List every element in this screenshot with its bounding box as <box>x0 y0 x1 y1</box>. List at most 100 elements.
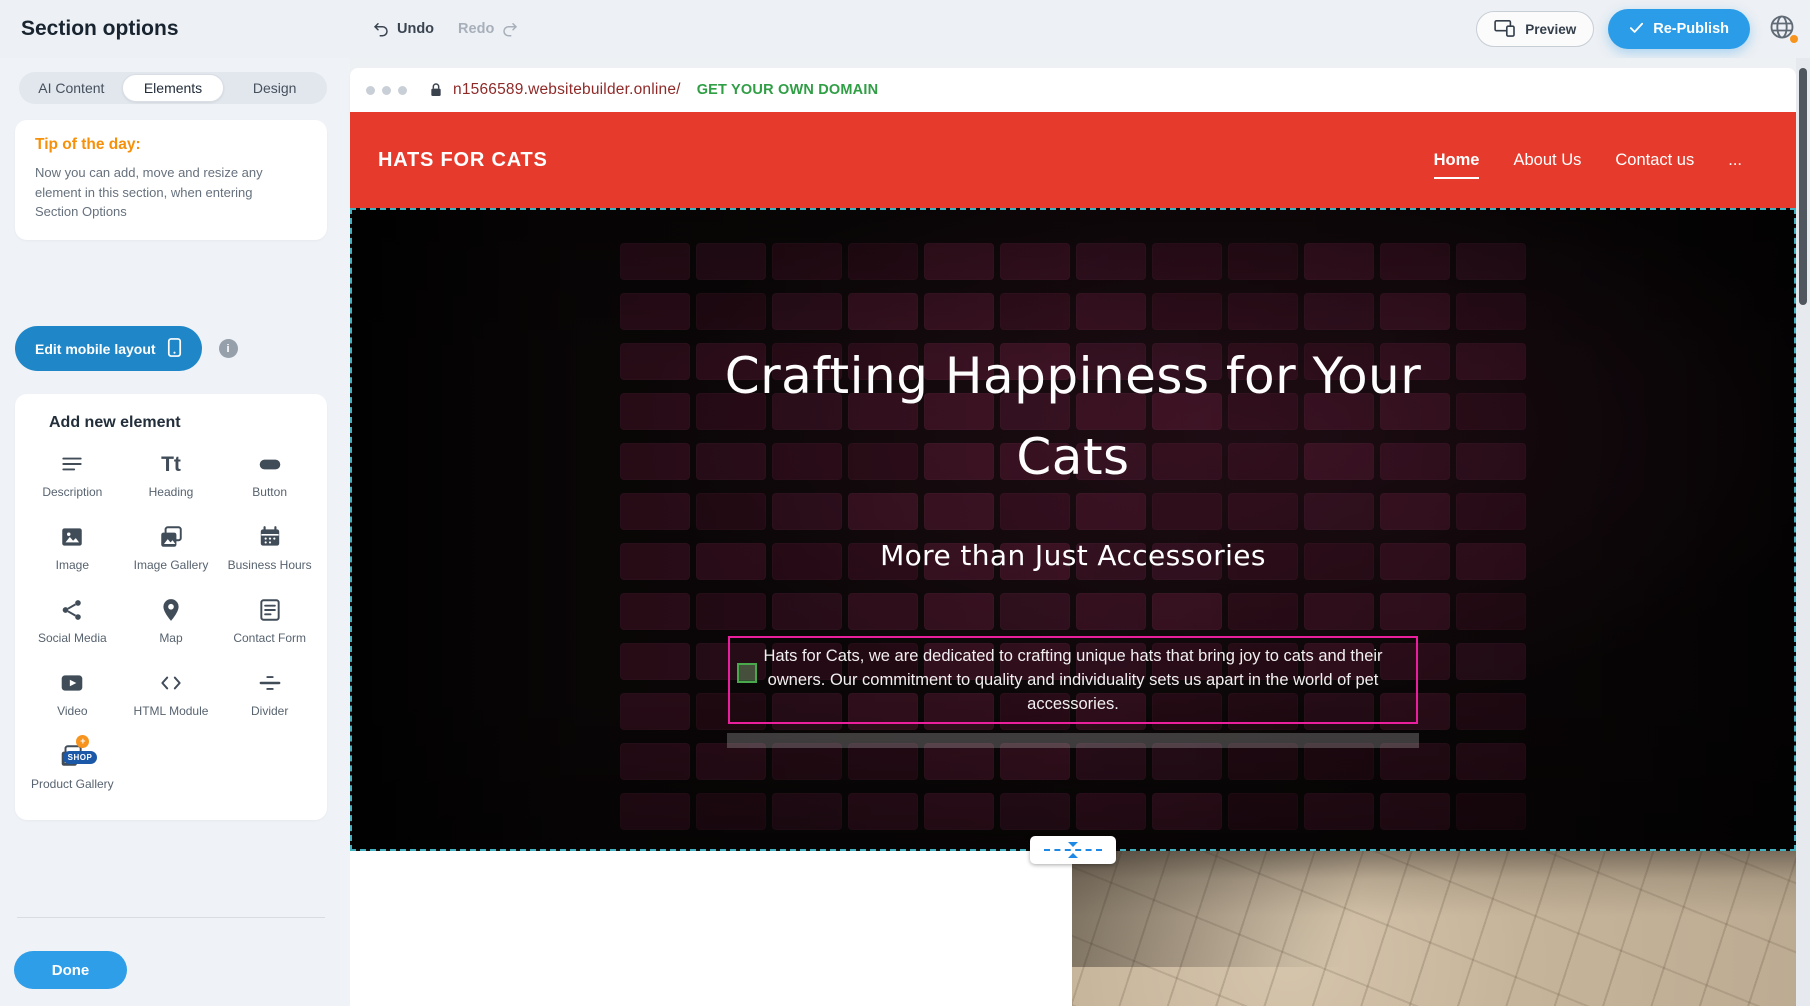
edit-mobile-label: Edit mobile layout <box>35 341 156 357</box>
edit-mobile-layout-button[interactable]: Edit mobile layout <box>15 326 202 371</box>
hero-paragraph-selected[interactable]: Hats for Cats, we are dedicated to craft… <box>728 636 1418 724</box>
hero-brick <box>696 593 766 630</box>
redo-icon <box>501 20 519 38</box>
hero-brick <box>1456 593 1526 630</box>
undo-button[interactable]: Undo <box>372 20 434 38</box>
window-dots-icon <box>366 86 407 95</box>
hero-brick <box>772 493 842 530</box>
hero-brick <box>1228 293 1298 330</box>
hero-section-selected[interactable]: Crafting Happiness for Your Cats More th… <box>350 208 1796 851</box>
get-domain-link[interactable]: GET YOUR OWN DOMAIN <box>697 82 879 98</box>
hero-brick <box>1304 743 1374 780</box>
element-drag-handle[interactable] <box>737 663 757 683</box>
next-section[interactable] <box>350 851 1796 1006</box>
hero-brick <box>848 593 918 630</box>
done-button[interactable]: Done <box>14 951 127 989</box>
hero-brick <box>696 243 766 280</box>
element-tile-video[interactable]: Video <box>23 667 122 721</box>
site-header: HATS FOR CATS Home About Us Contact us .… <box>350 112 1796 208</box>
hero-subtitle[interactable]: More than Just Accessories <box>352 539 1794 572</box>
element-tile-description[interactable]: Description <box>23 448 122 502</box>
hero-brick <box>1076 743 1146 780</box>
page-title: Section options <box>21 17 179 41</box>
hero-brick <box>1456 393 1526 430</box>
hero-brick <box>1000 243 1070 280</box>
hero-brick <box>1304 493 1374 530</box>
hero-brick <box>1380 593 1450 630</box>
element-tile-divider[interactable]: Divider <box>220 667 319 721</box>
element-tile-business-hours[interactable]: Business Hours <box>220 521 319 575</box>
section-options-sidebar: AI Content Elements Design Tip of the da… <box>0 58 350 1006</box>
republish-label: Re-Publish <box>1653 21 1729 37</box>
hero-brick <box>1076 593 1146 630</box>
nav-more[interactable]: ... <box>1728 151 1742 170</box>
hero-brick <box>1456 743 1526 780</box>
hero-brick <box>620 243 690 280</box>
undo-label: Undo <box>397 21 434 37</box>
element-tile-product-gallery[interactable]: + SHOP Product Gallery <box>23 740 122 794</box>
site-url[interactable]: n1566589.websitebuilder.online/ <box>453 81 681 99</box>
hero-brick <box>1152 493 1222 530</box>
preview-label: Preview <box>1525 22 1576 37</box>
tab-ai-content[interactable]: AI Content <box>21 74 122 102</box>
hero-brick <box>620 593 690 630</box>
language-globe-button[interactable] <box>1764 11 1800 47</box>
hero-brick <box>772 793 842 830</box>
element-tile-map[interactable]: Map <box>122 594 221 648</box>
preview-button[interactable]: Preview <box>1476 11 1594 47</box>
redo-button[interactable]: Redo <box>458 20 519 38</box>
redo-label: Redo <box>458 21 494 37</box>
hero-brick <box>1304 243 1374 280</box>
hero-brick <box>1304 593 1374 630</box>
html-module-icon <box>158 669 184 697</box>
hero-brick <box>1228 493 1298 530</box>
element-tile-image[interactable]: Image <box>23 521 122 575</box>
hero-brick <box>1228 743 1298 780</box>
info-icon[interactable]: i <box>219 339 238 358</box>
nav-about-us[interactable]: About Us <box>1513 151 1581 170</box>
hero-brick <box>1152 243 1222 280</box>
nav-home[interactable]: Home <box>1434 151 1480 170</box>
check-icon <box>1629 21 1644 38</box>
hero-title[interactable]: Crafting Happiness for Your Cats <box>693 336 1453 498</box>
hero-brick <box>1228 593 1298 630</box>
tab-elements[interactable]: Elements <box>122 74 225 102</box>
tab-design[interactable]: Design <box>224 74 325 102</box>
hero-brick <box>1000 743 1070 780</box>
button-icon <box>257 450 283 478</box>
hero-brick <box>848 743 918 780</box>
hero-brick <box>848 293 918 330</box>
nav-contact-us[interactable]: Contact us <box>1615 151 1694 170</box>
site-logo[interactable]: HATS FOR CATS <box>378 149 548 172</box>
element-tile-social-media[interactable]: Social Media <box>23 594 122 648</box>
element-tile-contact-form[interactable]: Contact Form <box>220 594 319 648</box>
mobile-layout-row: Edit mobile layout i <box>15 326 238 371</box>
map-icon <box>158 596 184 624</box>
element-grid: Description Tt Heading Button Ima <box>23 448 319 794</box>
scrollbar-thumb[interactable] <box>1799 68 1807 305</box>
hero-brick <box>1152 593 1222 630</box>
hero-brick <box>924 793 994 830</box>
undo-redo-group: Undo Redo <box>372 0 519 58</box>
topbar-actions: Preview Re-Publish <box>1476 0 1800 58</box>
element-tile-image-gallery[interactable]: Image Gallery <box>122 521 221 575</box>
element-tile-html-module[interactable]: HTML Module <box>122 667 221 721</box>
contact-form-icon <box>257 596 283 624</box>
hero-brick <box>772 743 842 780</box>
hero-brick <box>1456 493 1526 530</box>
hero-brick <box>1076 793 1146 830</box>
hero-brick <box>848 243 918 280</box>
sidebar-divider <box>17 917 325 918</box>
hero-brick <box>1304 793 1374 830</box>
section-resize-handle[interactable] <box>1030 836 1116 864</box>
republish-button[interactable]: Re-Publish <box>1608 9 1750 49</box>
add-new-element-card: Add new element Description Tt Heading <box>15 394 327 820</box>
hero-brick <box>1000 793 1070 830</box>
dashed-line <box>1044 849 1102 851</box>
element-hover-strip <box>727 733 1419 748</box>
element-tile-button[interactable]: Button <box>220 448 319 502</box>
hero-brick <box>1076 493 1146 530</box>
hero-paragraph-text: Hats for Cats, we are dedicated to craft… <box>730 644 1416 716</box>
hero-brick <box>1456 793 1526 830</box>
element-tile-heading[interactable]: Tt Heading <box>122 448 221 502</box>
